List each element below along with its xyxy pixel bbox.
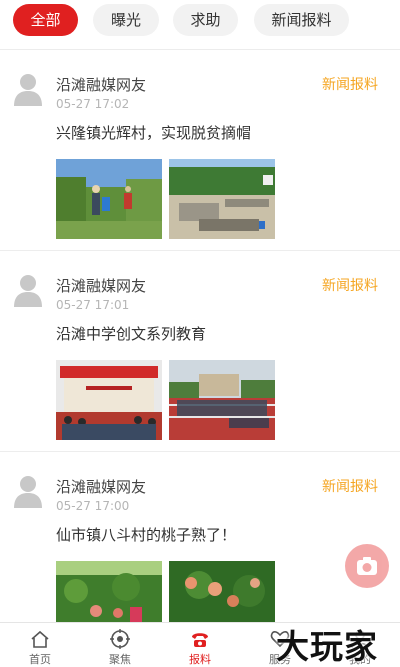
nav-home[interactable]: 首页 [0,623,80,667]
post-author: 沿滩融媒网友 [56,277,147,295]
post-time: 05-27 17:00 [56,499,130,513]
post-time: 05-27 17:02 [56,97,130,111]
tab-all[interactable]: 全部 [13,4,78,36]
filter-tab-bar: 全部 曝光 求助 新闻报料 [0,0,400,50]
camera-button[interactable] [345,544,389,588]
post-title[interactable]: 沿滩中学创文系列教育 [56,323,206,344]
watermark-logo: 大玩家 [276,627,378,666]
tab-news-tip[interactable]: 新闻报料 [254,4,349,36]
nav-report-label: 报料 [189,653,211,666]
post-image[interactable] [56,561,162,622]
post-card[interactable]: 沿滩融媒网友 05-27 17:02 新闻报料 兴隆镇光辉村，实现脱贫摘帽 [0,50,400,250]
post-feed[interactable]: 沿滩融媒网友 05-27 17:02 新闻报料 兴隆镇光辉村，实现脱贫摘帽 沿滩… [0,50,400,622]
tab-exposure[interactable]: 曝光 [93,4,159,36]
nav-focus[interactable]: 聚焦 [80,623,160,667]
post-title[interactable]: 仙市镇八斗村的桃子熟了！ [56,524,236,545]
avatar-icon [14,74,42,106]
post-image[interactable] [56,360,162,440]
post-image[interactable] [169,561,275,622]
post-card[interactable]: 沿滩融媒网友 05-27 17:01 新闻报料 沿滩中学创文系列教育 [0,251,400,451]
nav-report[interactable]: 报料 [160,623,240,667]
post-image[interactable] [56,159,162,239]
post-image[interactable] [169,159,275,239]
avatar-icon [14,476,42,508]
post-image[interactable] [169,360,275,440]
camera-icon [357,557,377,575]
post-card[interactable]: 沿滩融媒网友 05-27 17:00 新闻报料 仙市镇八斗村的桃子熟了！ [0,452,400,622]
nav-focus-label: 聚焦 [109,653,131,666]
post-tag: 新闻报料 [322,77,378,93]
avatar-icon [14,275,42,307]
phone-icon [192,633,208,647]
post-time: 05-27 17:01 [56,298,130,312]
post-author: 沿滩融媒网友 [56,478,147,496]
nav-home-label: 首页 [29,653,51,666]
post-tag: 新闻报料 [322,479,378,495]
post-tag: 新闻报料 [322,278,378,294]
tab-help[interactable]: 求助 [173,4,238,36]
post-author: 沿滩融媒网友 [56,76,147,94]
post-title[interactable]: 兴隆镇光辉村，实现脱贫摘帽 [56,122,251,143]
home-icon [31,630,49,648]
focus-icon [110,629,130,649]
